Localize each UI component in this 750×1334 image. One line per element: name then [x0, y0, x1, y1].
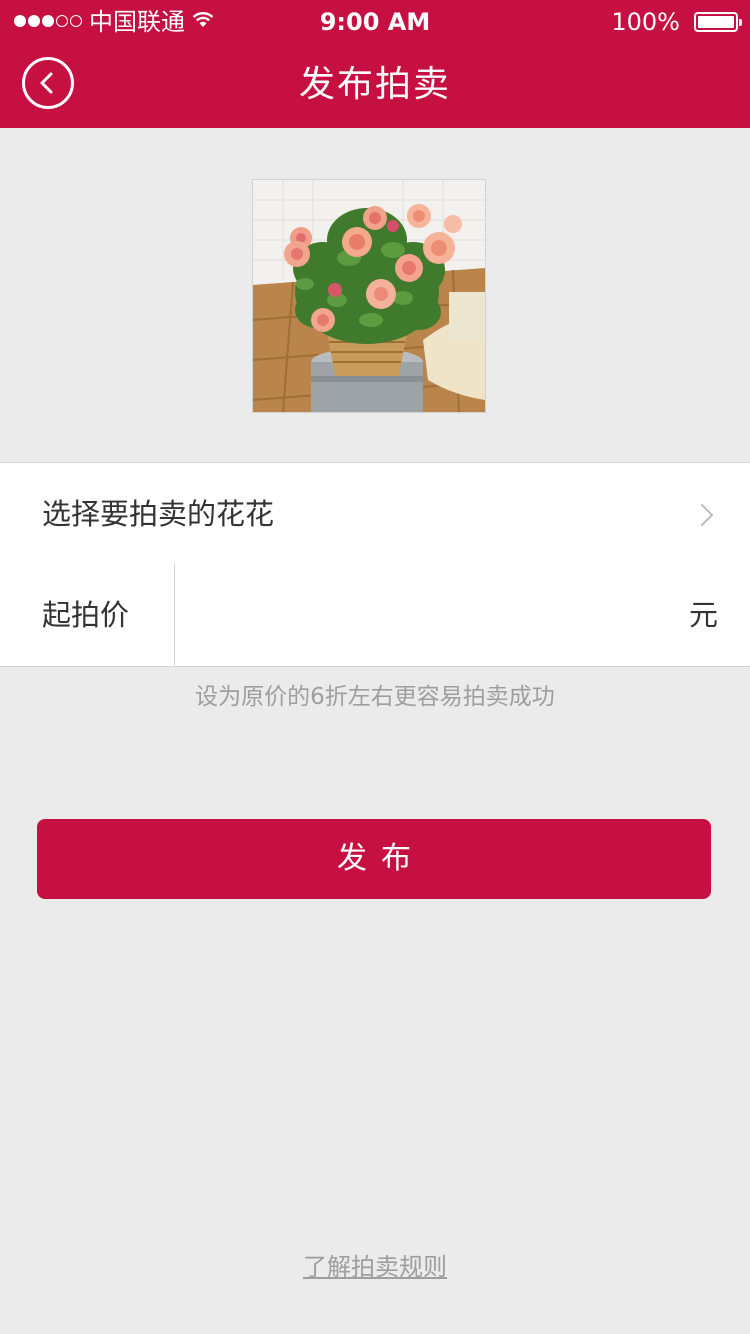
- publish-button[interactable]: 发布: [37, 819, 711, 899]
- product-photo[interactable]: [252, 179, 486, 413]
- status-bar: 中国联通 9:00 AM 100%: [0, 0, 750, 44]
- starting-price-label: 起拍价: [42, 598, 130, 632]
- rose-plant-image: [253, 180, 485, 412]
- row-divider: [174, 564, 175, 666]
- page-title: 发布拍卖: [298, 64, 451, 105]
- currency-unit: 元: [688, 598, 718, 632]
- price-hint: 设为原价的6折左右更容易拍卖成功: [195, 684, 555, 710]
- select-flower-row[interactable]: 选择要拍卖的花花: [0, 462, 750, 565]
- select-flower-label: 选择要拍卖的花花: [42, 497, 275, 531]
- battery-percentage: 100%: [611, 8, 680, 36]
- starting-price-row: 起拍价 元: [0, 564, 750, 667]
- battery-icon: [694, 12, 742, 32]
- starting-price-input[interactable]: [190, 584, 670, 646]
- auction-rules-link-container: 了解拍卖规则: [0, 1250, 750, 1284]
- navigation-header: 中国联通 9:00 AM 100% 发布拍卖: [0, 0, 750, 128]
- auction-rules-link[interactable]: 了解拍卖规则: [303, 1253, 447, 1281]
- chevron-right-icon: [701, 504, 713, 526]
